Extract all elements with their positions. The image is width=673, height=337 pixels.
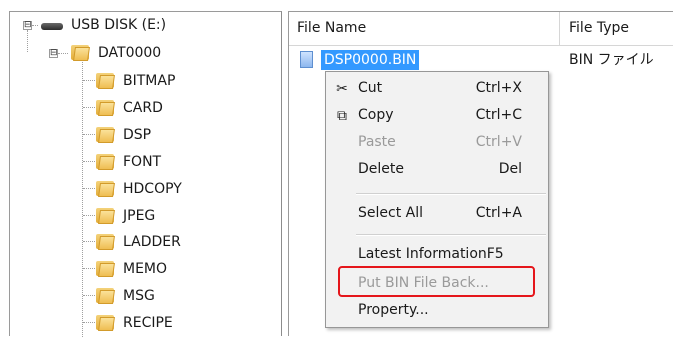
- tree-item-memo[interactable]: MEMO: [123, 256, 167, 282]
- menu-item-delete-shortcut: Del: [498, 161, 522, 177]
- folder-icon: [96, 259, 116, 277]
- menu-item-copy[interactable]: ⧉ Copy Ctrl+C: [326, 102, 548, 129]
- dotline-child: [83, 188, 95, 189]
- list-header: File Name File Type: [289, 12, 673, 46]
- file-type: BIN ファイル: [569, 52, 654, 68]
- folder-icon: [96, 125, 116, 143]
- column-header-file-type[interactable]: File Type: [561, 12, 673, 45]
- dotline-dat: [58, 53, 68, 54]
- dotline-child: [83, 80, 95, 81]
- tree-item-card[interactable]: CARD: [123, 95, 163, 121]
- usb-drive-icon: [41, 21, 63, 31]
- tree-item-font[interactable]: FONT: [123, 149, 161, 175]
- folder-tree-pane[interactable]: ⊟ USB DISK (E:) ⊟ DAT0000 BITMAP CARD DSP F…: [9, 11, 282, 337]
- folder-icon: [96, 206, 116, 224]
- dotline-child: [83, 295, 95, 296]
- collapse-root-icon[interactable]: ⊟: [23, 21, 32, 30]
- folder-icon: [96, 179, 116, 197]
- menu-item-select-all-shortcut: Ctrl+A: [475, 205, 522, 221]
- folder-icon: [96, 98, 116, 116]
- menu-item-cut-label: Cut: [358, 80, 383, 96]
- file-icon: [300, 51, 313, 68]
- menu-item-copy-shortcut: Ctrl+C: [475, 107, 522, 123]
- folder-icon: [96, 313, 116, 331]
- tree-item-recipe[interactable]: RECIPE: [123, 310, 173, 336]
- menu-item-cut[interactable]: ✂ Cut Ctrl+X: [326, 75, 548, 102]
- folder-icon: [96, 286, 116, 304]
- tree-item-dat0000[interactable]: DAT0000: [98, 40, 161, 66]
- menu-item-paste[interactable]: Paste Ctrl+V: [326, 129, 548, 156]
- dotline-root: [32, 25, 38, 26]
- menu-item-latest-information[interactable]: Latest InformationF5: [326, 241, 548, 268]
- dotline-child: [83, 215, 95, 216]
- menu-item-copy-label: Copy: [358, 107, 394, 123]
- dotline-child: [83, 107, 95, 108]
- tree-item-hdcopy[interactable]: HDCOPY: [123, 176, 182, 202]
- tree-item-bitmap[interactable]: BITMAP: [123, 68, 175, 94]
- menu-item-select-all[interactable]: Select All Ctrl+A: [326, 200, 548, 227]
- tree-item-dsp[interactable]: DSP: [123, 122, 151, 148]
- dotline-child: [83, 241, 95, 242]
- dotline-child: [83, 268, 95, 269]
- folder-icon: [96, 71, 116, 89]
- tree-item-jpeg[interactable]: JPEG: [123, 203, 155, 229]
- context-menu: ✂ Cut Ctrl+X ⧉ Copy Ctrl+C Paste Ctrl+V …: [325, 71, 549, 328]
- menu-item-select-all-label: Select All: [358, 205, 423, 221]
- tree-item-msg[interactable]: MSG: [123, 283, 155, 309]
- tree-root-label[interactable]: USB DISK (E:): [71, 12, 166, 38]
- dotline-child: [83, 134, 95, 135]
- folder-icon: [96, 232, 116, 250]
- tree-item-ladder[interactable]: LADDER: [123, 229, 181, 255]
- menu-item-property[interactable]: Property...: [326, 297, 548, 324]
- dotline-root-v: [27, 30, 28, 52]
- folder-icon: [96, 152, 116, 170]
- folder-icon: [71, 43, 91, 61]
- column-header-file-name[interactable]: File Name: [289, 12, 560, 45]
- file-name[interactable]: DSP0000.BIN: [321, 50, 420, 70]
- menu-item-latest-information-label: Latest InformationF5: [358, 246, 504, 262]
- menu-item-put-bin-file-back[interactable]: Put BIN File Back...: [326, 270, 548, 297]
- menu-item-cut-shortcut: Ctrl+X: [475, 80, 522, 96]
- menu-item-property-label: Property...: [358, 302, 429, 318]
- menu-separator: [356, 234, 546, 236]
- menu-item-paste-label: Paste: [358, 134, 396, 150]
- menu-item-paste-shortcut: Ctrl+V: [475, 134, 522, 150]
- copy-icon: ⧉: [337, 108, 347, 124]
- collapse-dat0000-icon[interactable]: ⊟: [49, 49, 58, 58]
- menu-separator: [356, 193, 546, 195]
- menu-item-put-bin-file-back-label: Put BIN File Back...: [358, 275, 489, 291]
- dotline-child: [83, 161, 95, 162]
- menu-item-delete-label: Delete: [358, 161, 404, 177]
- scissors-icon: ✂: [336, 81, 348, 97]
- menu-item-delete[interactable]: Delete Del: [326, 156, 548, 183]
- dotline-child: [83, 322, 95, 323]
